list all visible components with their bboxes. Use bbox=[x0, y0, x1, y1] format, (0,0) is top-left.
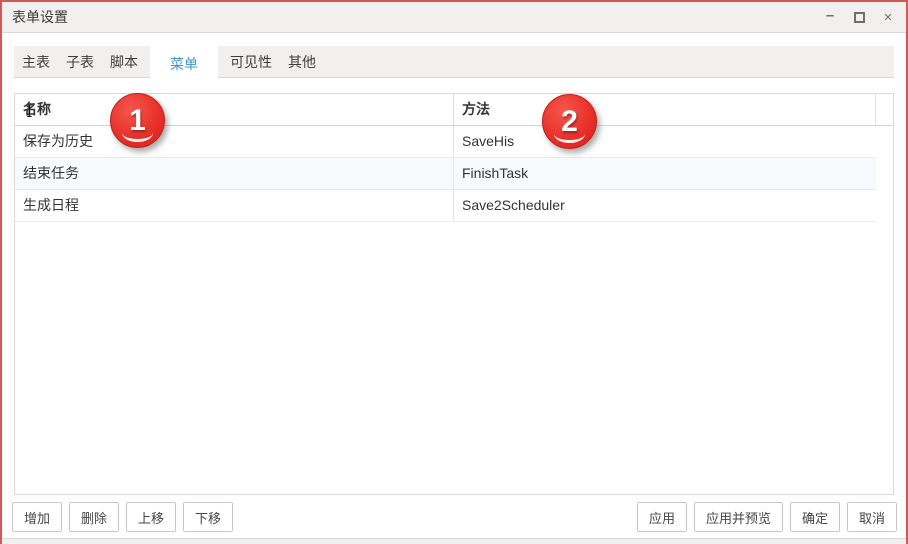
tab-script[interactable]: 脚本 bbox=[102, 46, 146, 78]
maximize-icon[interactable] bbox=[851, 9, 867, 25]
move-up-button[interactable]: 上移 bbox=[126, 502, 176, 532]
menu-table: 名称 方法 保存为历史 SaveHis 结束任务 FinishTask 生成日程… bbox=[14, 93, 894, 495]
cell-name: 生成日程 bbox=[15, 190, 454, 221]
column-header-name[interactable]: 名称 bbox=[15, 94, 454, 125]
delete-button[interactable]: 删除 bbox=[69, 502, 119, 532]
move-down-button[interactable]: 下移 bbox=[183, 502, 233, 532]
tab-visibility[interactable]: 可见性 bbox=[222, 46, 280, 78]
annotation-badge-2: 2 bbox=[542, 94, 597, 149]
cell-method: SaveHis bbox=[454, 126, 876, 157]
cell-name: 保存为历史 bbox=[15, 126, 454, 157]
tab-menu[interactable]: 菜单 bbox=[150, 46, 218, 81]
dialog-bottom-edge bbox=[2, 538, 906, 544]
minimize-icon[interactable]: – bbox=[822, 7, 838, 23]
cell-name: 结束任务 bbox=[15, 158, 454, 189]
column-header-method[interactable]: 方法 bbox=[454, 94, 876, 125]
form-settings-dialog: 表单设置 – × 主表 子表 脚本 菜单 可见性 其他 名称 方法 保存为历史 … bbox=[0, 0, 908, 544]
annotation-badge-1: 1 bbox=[110, 93, 165, 148]
cell-method: FinishTask bbox=[454, 158, 876, 189]
table-row[interactable]: 生成日程 Save2Scheduler bbox=[15, 190, 876, 222]
cancel-button[interactable]: 取消 bbox=[847, 502, 897, 532]
close-icon[interactable]: × bbox=[880, 9, 896, 25]
window-title: 表单设置 bbox=[12, 7, 68, 27]
column-header-spacer bbox=[876, 94, 893, 125]
window-controls: – × bbox=[822, 2, 896, 32]
ok-button[interactable]: 确定 bbox=[790, 502, 840, 532]
add-button[interactable]: 增加 bbox=[12, 502, 62, 532]
tab-bar: 主表 子表 脚本 菜单 可见性 其他 bbox=[14, 46, 894, 78]
apply-button[interactable]: 应用 bbox=[637, 502, 687, 532]
apply-and-preview-button[interactable]: 应用并预览 bbox=[694, 502, 783, 532]
maximize-square bbox=[854, 12, 865, 23]
text-cursor-icon: I bbox=[26, 104, 33, 121]
table-row[interactable]: 结束任务 FinishTask bbox=[15, 158, 876, 190]
tab-sub-table[interactable]: 子表 bbox=[58, 46, 102, 78]
tab-other[interactable]: 其他 bbox=[280, 46, 324, 78]
dialog-action-buttons: 应用 应用并预览 确定 取消 bbox=[637, 502, 897, 532]
title-bar: 表单设置 – × bbox=[2, 2, 906, 33]
cell-method: Save2Scheduler bbox=[454, 190, 876, 221]
tab-main-table[interactable]: 主表 bbox=[14, 46, 58, 78]
row-action-buttons: 增加 删除 上移 下移 bbox=[12, 502, 233, 532]
